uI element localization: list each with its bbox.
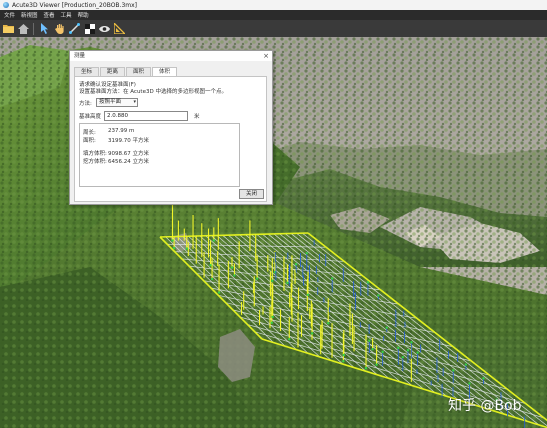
grid-marker bbox=[171, 239, 174, 242]
grid-marker bbox=[342, 353, 346, 357]
grid-marker bbox=[230, 266, 234, 269]
result-label-fill-volume: 填方体积: bbox=[83, 151, 107, 157]
grid-marker bbox=[377, 294, 380, 297]
grid-marker bbox=[306, 293, 310, 297]
grid-marker bbox=[185, 247, 188, 250]
tab-distance[interactable]: 距离 bbox=[100, 67, 126, 76]
eye-icon[interactable] bbox=[98, 22, 111, 35]
tab-coordinate[interactable]: 坐标 bbox=[74, 67, 100, 76]
method-select-value: 按照平面 bbox=[99, 99, 122, 105]
menu-bar: 文件 新視图 查看 工具 帮助 bbox=[0, 10, 547, 20]
grid-marker bbox=[271, 315, 274, 319]
close-icon[interactable]: × bbox=[263, 51, 269, 61]
results-box: 周长: 237.99 m 面积: 3199.70 平方米 填方体积: 9098.… bbox=[79, 123, 240, 187]
watermark: 知乎 @Bob bbox=[448, 398, 522, 414]
dialog-tabs: 坐标 距离 面积 体积 bbox=[74, 67, 178, 77]
grid-marker bbox=[172, 246, 176, 250]
method-label: 方法: bbox=[79, 101, 92, 107]
grid-marker bbox=[286, 281, 289, 285]
app-logo-icon bbox=[3, 2, 9, 8]
result-label-area: 面积: bbox=[83, 138, 96, 144]
volume-panel: 请求确认设定基准面(F) 设置基准面方法：在 Acute3D 中选择的多边形视图… bbox=[74, 76, 267, 202]
grid-marker bbox=[375, 363, 378, 366]
toolbar bbox=[0, 20, 547, 38]
grid-marker bbox=[294, 262, 298, 266]
grid-marker bbox=[310, 332, 314, 335]
menu-item-tools[interactable]: 工具 bbox=[61, 11, 72, 19]
grid-marker bbox=[233, 274, 236, 277]
grid-marker bbox=[342, 360, 345, 363]
close-button[interactable]: 关闭 bbox=[239, 189, 264, 199]
grid-marker bbox=[255, 277, 259, 280]
tab-area[interactable]: 面积 bbox=[126, 67, 152, 76]
grid-marker bbox=[288, 338, 291, 341]
grid-icon[interactable] bbox=[83, 22, 96, 35]
grid-marker bbox=[217, 291, 221, 294]
ruler-triangle-icon[interactable] bbox=[113, 22, 126, 35]
open-folder-icon[interactable] bbox=[2, 22, 15, 35]
chevron-down-icon: ▾ bbox=[133, 99, 136, 105]
result-value-fill-volume: 9098.67 立方米 bbox=[108, 151, 149, 157]
app-window: Acute3D Viewer [Production_20BOB.3mx] 文件… bbox=[0, 0, 547, 428]
home-view-icon[interactable] bbox=[17, 22, 30, 35]
base-elevation-unit: 米 bbox=[194, 114, 200, 120]
grid-marker bbox=[482, 377, 485, 380]
menu-item-new-view[interactable]: 新視图 bbox=[21, 11, 38, 19]
result-label-cut-volume: 挖方体积: bbox=[83, 159, 107, 165]
grid-marker bbox=[210, 277, 214, 281]
grid-marker bbox=[327, 322, 330, 325]
grid-marker bbox=[416, 351, 419, 354]
hand-pan-icon[interactable] bbox=[53, 22, 66, 35]
method-select[interactable]: 按照平面 ▾ bbox=[96, 98, 138, 107]
base-elevation-label: 基准高度 bbox=[79, 114, 102, 120]
menu-item-file[interactable]: 文件 bbox=[4, 11, 15, 19]
grid-marker bbox=[468, 382, 471, 385]
grid-marker bbox=[271, 279, 274, 282]
toolbar-divider bbox=[33, 22, 34, 35]
grid-marker bbox=[212, 239, 216, 242]
dialog-title: 测量 bbox=[74, 53, 86, 59]
grid-marker bbox=[364, 366, 368, 370]
result-value-perimeter: 237.99 m bbox=[108, 128, 135, 134]
grid-marker bbox=[401, 355, 405, 359]
pointer-icon[interactable] bbox=[38, 22, 51, 35]
measure-dialog: 测量 × 坐标 距离 面积 体积 请求确认设定基准面(F) 设置基准面方法：在 … bbox=[69, 50, 273, 205]
grid-marker bbox=[368, 339, 371, 342]
grid-marker bbox=[452, 369, 455, 372]
grid-marker bbox=[381, 350, 384, 354]
grid-marker bbox=[464, 363, 468, 366]
instruction-line-2: 设置基准面方法：在 Acute3D 中选择的多边形视图一个点。 bbox=[79, 89, 227, 95]
dialog-title-bar: 测量 × bbox=[70, 51, 272, 61]
result-value-area: 3199.70 平方米 bbox=[108, 138, 149, 144]
grid-marker bbox=[330, 277, 334, 280]
grid-marker bbox=[406, 349, 410, 352]
grid-marker bbox=[305, 252, 308, 255]
grid-marker bbox=[371, 348, 374, 351]
grid-marker bbox=[366, 281, 370, 284]
result-label-perimeter: 周长: bbox=[83, 130, 96, 136]
window-title: Acute3D Viewer [Production_20BOB.3mx] bbox=[12, 1, 138, 9]
measure-distance-icon[interactable] bbox=[68, 22, 81, 35]
base-elevation-input[interactable]: 2.0.880 bbox=[104, 111, 188, 121]
result-value-cut-volume: 6456.24 立方米 bbox=[108, 159, 149, 165]
grid-marker bbox=[270, 321, 273, 324]
menu-item-view[interactable]: 查看 bbox=[44, 11, 55, 19]
grid-marker bbox=[209, 264, 212, 267]
grid-marker bbox=[385, 326, 388, 329]
grid-marker bbox=[410, 341, 413, 344]
menu-item-help[interactable]: 帮助 bbox=[78, 11, 89, 19]
grid-marker bbox=[397, 346, 400, 350]
